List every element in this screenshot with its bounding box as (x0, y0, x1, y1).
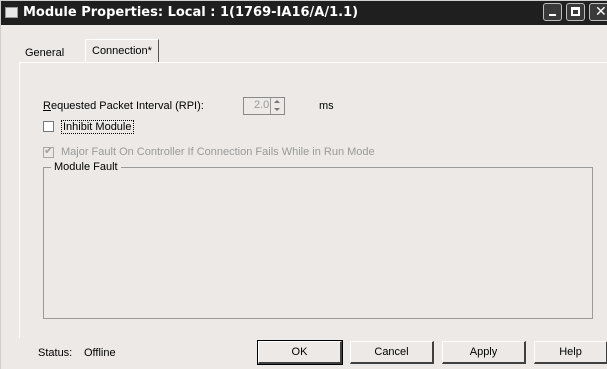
inhibit-module-checkbox[interactable] (43, 121, 54, 132)
rpi-spin-buttons[interactable] (270, 98, 284, 114)
tab-general[interactable]: General (19, 43, 79, 63)
close-button[interactable]: ✕ (589, 3, 607, 21)
inhibit-module-label[interactable]: Inhibit Module (61, 120, 134, 134)
checkmark-icon: ✔ (44, 145, 54, 157)
cancel-button[interactable]: Cancel (350, 341, 434, 364)
spin-up-icon[interactable] (274, 100, 280, 103)
tab-connection[interactable]: Connection* (85, 39, 159, 62)
help-button[interactable]: Help (534, 341, 607, 364)
window-title: Module Properties: Local : 1(1769-IA16/A… (23, 5, 359, 20)
rpi-label-text: equested Packet Interval (RPI): (50, 100, 204, 112)
status-value: Offline (84, 347, 116, 359)
status-label: Status: (38, 347, 73, 359)
major-fault-checkbox: ✔ (43, 145, 54, 158)
maximize-button[interactable] (566, 3, 585, 21)
close-icon: ✕ (595, 4, 607, 20)
spin-down-icon[interactable] (274, 108, 280, 111)
title-bar[interactable]: Module Properties: Local : 1(1769-IA16/A… (1, 1, 607, 25)
window-icon (5, 7, 18, 18)
ok-button[interactable]: OK (257, 340, 343, 365)
module-properties-window: Module Properties: Local : 1(1769-IA16/A… (0, 0, 607, 369)
module-fault-group (43, 167, 593, 319)
rpi-label: Requested Packet Interval (RPI): (43, 100, 204, 112)
major-fault-label: Major Fault On Controller If Connection … (61, 146, 375, 158)
minimize-icon (549, 14, 556, 16)
rpi-value[interactable]: 2.0 (254, 99, 269, 111)
apply-button[interactable]: Apply (442, 341, 526, 364)
maximize-icon (571, 7, 580, 16)
rpi-unit-label: ms (319, 100, 334, 112)
minimize-button[interactable] (543, 3, 562, 21)
module-fault-label: Module Fault (51, 161, 121, 173)
rpi-spinbox[interactable]: 2.0 (243, 97, 285, 115)
